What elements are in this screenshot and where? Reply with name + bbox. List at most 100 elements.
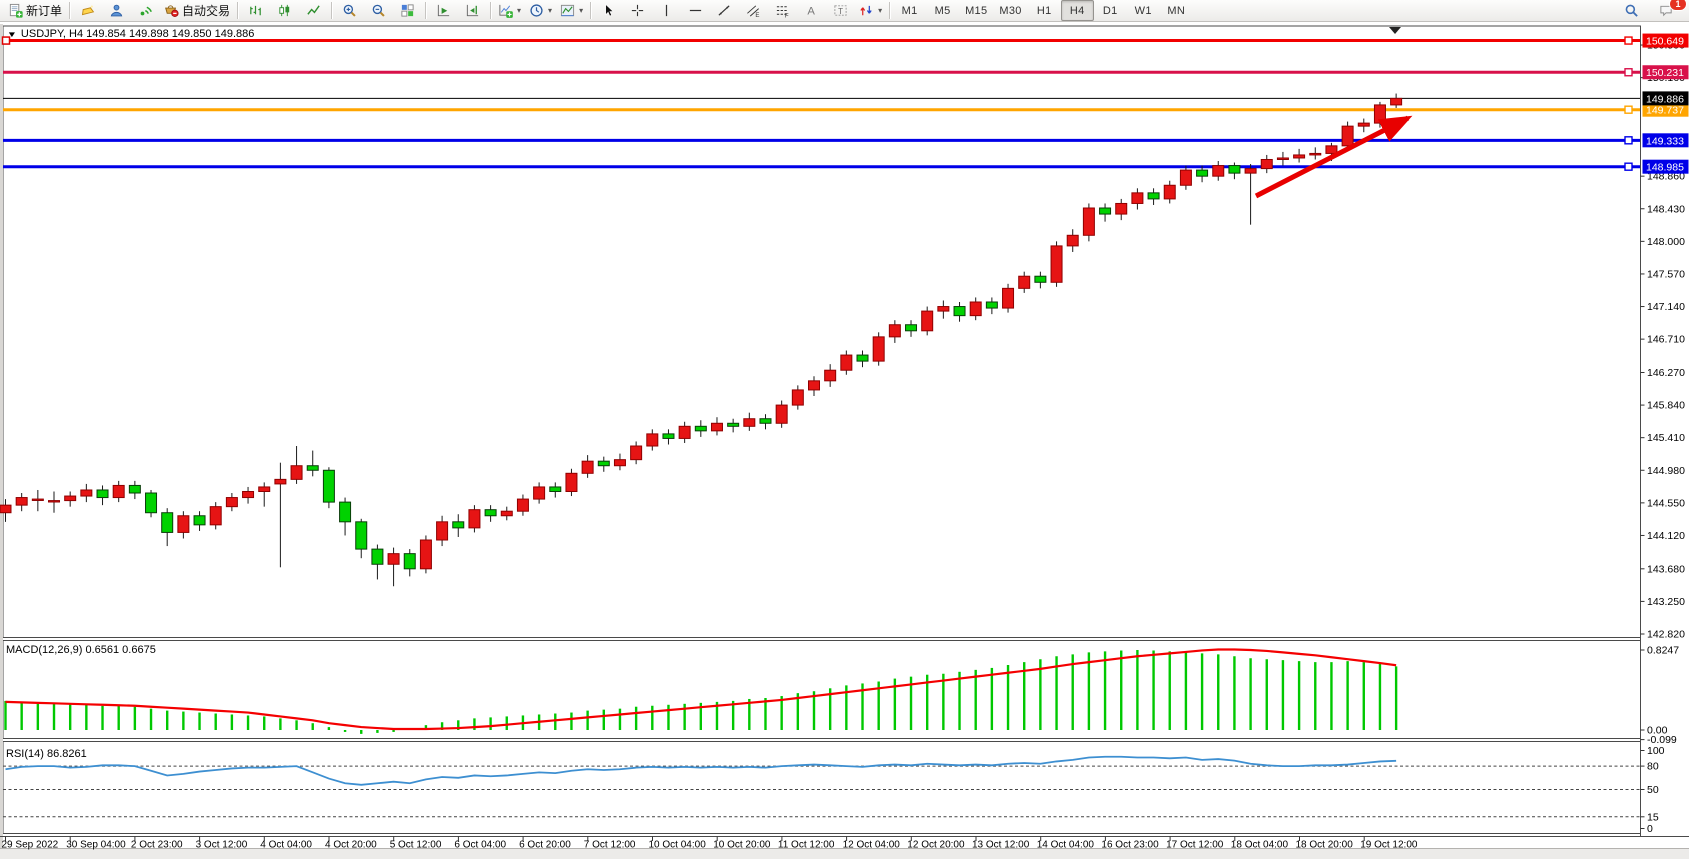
window-frame-left — [0, 24, 3, 857]
bar-chart-button[interactable] — [241, 0, 270, 21]
community-button[interactable] — [102, 0, 131, 21]
svg-text:T: T — [838, 7, 843, 16]
trendline-icon — [717, 3, 732, 18]
text-button[interactable]: A — [797, 0, 826, 21]
fibonacci-button[interactable]: F — [768, 0, 797, 21]
svg-text:E: E — [755, 12, 759, 18]
candles-icon — [277, 3, 292, 18]
timeframe-h4[interactable]: H4 — [1061, 0, 1094, 21]
svg-text:144.550: 144.550 — [1647, 497, 1685, 509]
crosshair-button[interactable] — [623, 0, 652, 21]
timeframe-m5[interactable]: M5 — [926, 0, 959, 21]
chart-window: 150.590150.160148.860148.430148.000147.5… — [0, 22, 1689, 859]
svg-text:149.737: 149.737 — [1646, 105, 1684, 117]
timeframe-m30[interactable]: M30 — [993, 0, 1027, 21]
svg-text:18 Oct 20:00: 18 Oct 20:00 — [1296, 840, 1354, 851]
search-button[interactable] — [1617, 0, 1646, 21]
timeframe-mn[interactable]: MN — [1160, 0, 1193, 21]
new-chart-button[interactable]: ▾ — [494, 0, 525, 21]
autotrading-icon — [164, 3, 179, 18]
timeframe-h1[interactable]: H1 — [1028, 0, 1061, 21]
chart-shift-button[interactable] — [458, 0, 487, 21]
price-axis[interactable]: 150.590150.160148.860148.430148.000147.5… — [1641, 26, 1686, 836]
line-chart-button[interactable] — [299, 0, 328, 21]
new-order-button[interactable]: 新订单 — [4, 0, 66, 21]
svg-text:147.140: 147.140 — [1647, 301, 1685, 313]
main-pane[interactable] — [3, 26, 1641, 638]
symbol-dropdown-caret[interactable]: ▼ — [7, 30, 17, 39]
toolbar-separator — [490, 2, 491, 19]
tile-windows-button[interactable] — [393, 0, 422, 21]
svg-text:149.886: 149.886 — [1646, 93, 1684, 105]
timeframe-m30-label: M30 — [999, 5, 1021, 17]
svg-text:150.231: 150.231 — [1646, 67, 1684, 79]
periods-button[interactable]: ▾ — [525, 0, 556, 21]
svg-text:A: A — [807, 6, 815, 18]
price-line-badges: 150.649150.231149.737149.333148.985149.8… — [1643, 34, 1689, 174]
hline-icon — [688, 3, 703, 18]
timeframe-m1[interactable]: M1 — [893, 0, 926, 21]
timeframe-d1-label: D1 — [1103, 5, 1118, 17]
zoom-in-button[interactable] — [335, 0, 364, 21]
bars-icon — [248, 3, 263, 18]
svg-text:2 Oct 23:00: 2 Oct 23:00 — [131, 840, 183, 851]
chart-canvas[interactable]: 150.590150.160148.860148.430148.000147.5… — [0, 22, 1689, 859]
timeframe-m15[interactable]: M15 — [959, 0, 993, 21]
chart-title: ▼ USDJPY, H4 149.854 149.898 149.850 149… — [8, 28, 254, 40]
arrows-icon — [859, 3, 874, 18]
zoomin-icon — [342, 3, 357, 18]
cursor-button[interactable] — [594, 0, 623, 21]
svg-text:146.710: 146.710 — [1647, 334, 1685, 346]
timeframe-w1-label: W1 — [1135, 5, 1152, 17]
textA-icon: A — [804, 3, 819, 18]
svg-text:19 Oct 12:00: 19 Oct 12:00 — [1360, 840, 1418, 851]
svg-text:149.333: 149.333 — [1646, 135, 1684, 147]
svg-text:F: F — [785, 13, 789, 18]
auto-scroll-button[interactable] — [429, 0, 458, 21]
toolbar-separator — [69, 2, 70, 19]
metaeditor-button[interactable] — [73, 0, 102, 21]
svg-text:18 Oct 04:00: 18 Oct 04:00 — [1231, 840, 1289, 851]
timeframe-h1-label: H1 — [1037, 5, 1052, 17]
zoom-out-button[interactable] — [364, 0, 393, 21]
signals-button[interactable] — [131, 0, 160, 21]
timeframe-w1[interactable]: W1 — [1127, 0, 1160, 21]
vline-icon — [659, 3, 674, 18]
templates-button[interactable]: ▾ — [556, 0, 587, 21]
autoscroll-icon — [436, 3, 451, 18]
text-label-button[interactable]: T — [826, 0, 855, 21]
trendline-button[interactable] — [710, 0, 739, 21]
candle-chart-button[interactable] — [270, 0, 299, 21]
arrows-button[interactable]: ▾ — [855, 0, 886, 21]
timeframe-mn-label: MN — [1167, 5, 1185, 17]
svg-text:148.430: 148.430 — [1647, 203, 1685, 215]
rsi-label: RSI(14) 86.8261 — [6, 748, 87, 760]
rsi-pane[interactable] — [3, 742, 1641, 834]
toolbar-separator — [590, 2, 591, 19]
svg-text:147.570: 147.570 — [1647, 268, 1685, 280]
crosshair-icon — [630, 3, 645, 18]
chat-button[interactable]: 1 — [1652, 0, 1681, 21]
svg-text:148.985: 148.985 — [1646, 162, 1684, 174]
svg-text:146.270: 146.270 — [1647, 367, 1685, 379]
svg-text:143.250: 143.250 — [1647, 596, 1685, 608]
person-icon — [109, 3, 124, 18]
timeframe-m5-label: M5 — [935, 5, 951, 17]
svg-text:12 Oct 04:00: 12 Oct 04:00 — [843, 840, 901, 851]
timeframe-d1[interactable]: D1 — [1094, 0, 1127, 21]
equidistant-channel-button[interactable]: E — [739, 0, 768, 21]
autotrading-button[interactable]: 自动交易 — [160, 0, 234, 21]
svg-text:6 Oct 04:00: 6 Oct 04:00 — [454, 840, 506, 851]
svg-text:0: 0 — [1647, 823, 1653, 835]
toolbar-separator — [331, 2, 332, 19]
toolbar-separator — [425, 2, 426, 19]
toolbar: 新订单自动交易▾▾▾EFAT▾M1M5M15M30H1H4D1W1MN1 — [0, 0, 1689, 22]
horizontal-line-button[interactable] — [681, 0, 710, 21]
zoomout-icon — [371, 3, 386, 18]
svg-text:14 Oct 04:00: 14 Oct 04:00 — [1037, 840, 1095, 851]
template-icon — [560, 3, 575, 18]
svg-text:3 Oct 12:00: 3 Oct 12:00 — [196, 840, 248, 851]
window-bottom-strip — [0, 849, 1689, 859]
autotrading-button-label: 自动交易 — [182, 2, 230, 19]
vertical-line-button[interactable] — [652, 0, 681, 21]
